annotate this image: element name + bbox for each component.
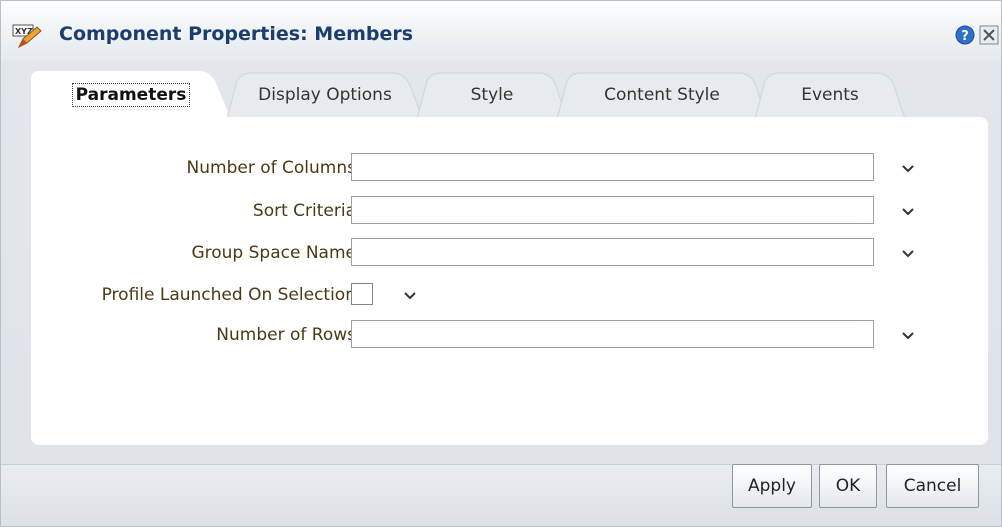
- field-label: Group Space Name: [191, 243, 356, 263]
- cancel-button[interactable]: Cancel: [886, 464, 979, 508]
- chevron-down-icon[interactable]: [899, 326, 917, 344]
- tab-style[interactable]: Style: [417, 71, 567, 119]
- field-number-of-columns: Number of Columns: [31, 153, 988, 183]
- field-sort-criteria: Sort Criteria: [31, 196, 988, 226]
- svg-text:?: ?: [961, 29, 969, 44]
- tab-display-options[interactable]: Display Options: [227, 71, 423, 119]
- number-of-rows-input[interactable]: [351, 320, 874, 348]
- xyz-edit-icon: XYZ: [12, 24, 42, 49]
- tab-label: Display Options: [258, 85, 392, 105]
- apply-button[interactable]: Apply: [732, 464, 812, 508]
- chevron-down-icon[interactable]: [899, 244, 917, 262]
- dialog-title: Component Properties: Members: [59, 23, 414, 45]
- chevron-down-icon[interactable]: [899, 159, 917, 177]
- number-of-columns-input[interactable]: [351, 153, 874, 181]
- field-label: Number of Columns: [186, 158, 356, 178]
- sort-criteria-input[interactable]: [351, 196, 874, 224]
- tab-label: Parameters: [71, 83, 191, 107]
- tab-label: Style: [470, 85, 514, 105]
- field-label: Number of Rows: [216, 325, 356, 345]
- tab-content-style[interactable]: Content Style: [557, 71, 767, 119]
- tab-label: Events: [801, 85, 859, 105]
- tab-bar: Parameters Display Options Style Content…: [31, 71, 981, 119]
- group-space-name-input[interactable]: [351, 238, 874, 266]
- component-properties-dialog: XYZ Component Properties: Members ? Para…: [0, 0, 1002, 527]
- tab-events[interactable]: Events: [755, 71, 905, 119]
- tab-panel-parameters: Number of Columns Sort Criteria Group Sp…: [31, 117, 988, 445]
- tab-label: Content Style: [604, 85, 720, 105]
- chevron-down-icon[interactable]: [899, 202, 917, 220]
- field-profile-launched-on-selection: Profile Launched On Selection: [31, 280, 988, 310]
- field-number-of-rows: Number of Rows: [31, 320, 988, 350]
- dialog-titlebar: XYZ Component Properties: Members ?: [1, 1, 1001, 61]
- help-icon[interactable]: ?: [955, 25, 975, 45]
- ok-button[interactable]: OK: [819, 464, 877, 508]
- chevron-down-icon[interactable]: [401, 286, 419, 304]
- close-icon[interactable]: [979, 25, 999, 45]
- tab-parameters[interactable]: Parameters: [31, 71, 231, 119]
- field-label: Sort Criteria: [252, 201, 356, 221]
- field-group-space-name: Group Space Name: [31, 238, 988, 268]
- profile-launched-checkbox[interactable]: [351, 283, 373, 305]
- field-label: Profile Launched On Selection: [101, 285, 356, 305]
- dialog-footer: Apply OK Cancel: [1, 464, 1001, 526]
